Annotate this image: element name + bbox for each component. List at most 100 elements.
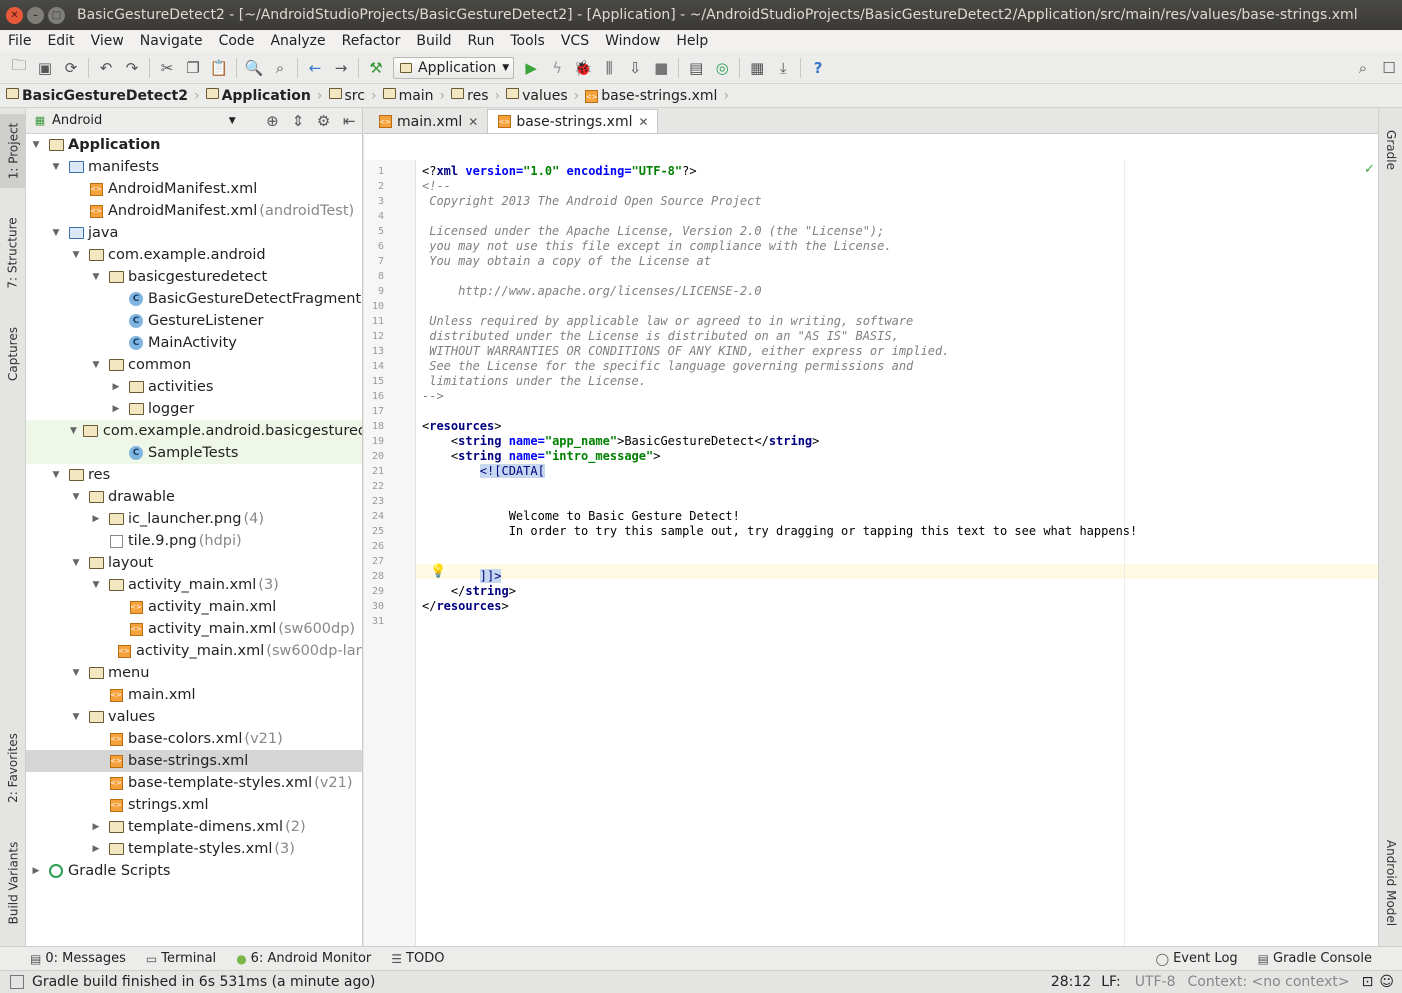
file-encoding[interactable]: UTF-8: [1135, 974, 1176, 990]
toggle-tool-windows-icon[interactable]: [10, 975, 24, 989]
minimize-window-button[interactable]: –: [27, 6, 44, 24]
tree-item[interactable]: ▼ Application: [26, 134, 362, 156]
lock-icon[interactable]: ⊡: [1362, 974, 1374, 990]
sync-gradle-icon[interactable]: ◎: [711, 57, 733, 79]
tree-item[interactable]: C BasicGestureDetectFragment: [26, 288, 362, 310]
undo-icon[interactable]: ↶: [95, 57, 117, 79]
tree-item[interactable]: ▶ template-styles.xml (3): [26, 838, 362, 860]
tab-project[interactable]: 1: Project: [0, 114, 26, 188]
tree-item[interactable]: ▼ drawable: [26, 486, 362, 508]
apply-changes-icon[interactable]: ϟ: [546, 57, 568, 79]
close-tab-icon[interactable]: ✕: [468, 115, 478, 129]
tree-item[interactable]: ▼ com.example.android.basicgesturedetect: [26, 420, 362, 442]
menu-code[interactable]: Code: [211, 33, 263, 49]
menu-navigate[interactable]: Navigate: [132, 33, 211, 49]
tree-item[interactable]: ▶ template-dimens.xml (2): [26, 816, 362, 838]
help-icon[interactable]: ?: [807, 57, 829, 79]
replace-icon[interactable]: ⌕: [269, 57, 291, 79]
tab-gradle[interactable]: Gradle: [1379, 118, 1402, 182]
expanded-arrow-icon[interactable]: ▼: [50, 228, 62, 238]
menu-run[interactable]: Run: [460, 33, 503, 49]
tree-item[interactable]: ▼ com.example.android: [26, 244, 362, 266]
expanded-arrow-icon[interactable]: ▼: [50, 162, 62, 172]
tree-item[interactable]: ▼ basicgesturedetect: [26, 266, 362, 288]
expanded-arrow-icon[interactable]: ▼: [90, 580, 102, 590]
menu-window[interactable]: Window: [597, 33, 668, 49]
menu-tools[interactable]: Tools: [502, 33, 553, 49]
run-icon[interactable]: ▶: [520, 57, 542, 79]
maximize-window-button[interactable]: □: [48, 6, 65, 24]
tab-build-variants[interactable]: Build Variants: [0, 828, 26, 938]
expanded-arrow-icon[interactable]: ▼: [70, 492, 82, 502]
menu-analyze[interactable]: Analyze: [262, 33, 333, 49]
tab-structure[interactable]: 7: Structure: [0, 208, 26, 298]
tree-item[interactable]: <> activity_main.xml: [26, 596, 362, 618]
expanded-arrow-icon[interactable]: ▼: [50, 470, 62, 480]
sdk-manager-icon[interactable]: ⤓: [772, 57, 794, 79]
breadcrumb-item[interactable]: main ›: [382, 88, 452, 104]
collapsed-arrow-icon[interactable]: ▶: [30, 866, 42, 876]
tree-item[interactable]: <> main.xml: [26, 684, 362, 706]
menu-build[interactable]: Build: [408, 33, 459, 49]
settings-gear-icon[interactable]: ⚙: [313, 110, 335, 132]
android-monitor-tool-button[interactable]: ● 6: Android Monitor: [236, 951, 371, 966]
messages-tool-button[interactable]: ▤ 0: Messages: [30, 951, 126, 966]
tree-item[interactable]: <> activity_main.xml (sw600dp): [26, 618, 362, 640]
tree-item[interactable]: <> base-strings.xml: [26, 750, 362, 772]
tree-item[interactable]: C MainActivity: [26, 332, 362, 354]
expanded-arrow-icon[interactable]: ▼: [70, 558, 82, 568]
tab-main-xml[interactable]: <> main.xml ✕: [368, 109, 487, 133]
tree-item[interactable]: <> base-template-styles.xml (v21): [26, 772, 362, 794]
tree-item[interactable]: ▼ res: [26, 464, 362, 486]
project-structure-icon[interactable]: ▦: [746, 57, 768, 79]
collapsed-arrow-icon[interactable]: ▶: [110, 382, 122, 392]
gradle-console-tool-button[interactable]: ▤ Gradle Console: [1258, 951, 1372, 966]
cut-icon[interactable]: ✂: [156, 57, 178, 79]
menu-help[interactable]: Help: [668, 33, 716, 49]
tree-item[interactable]: ▶ activities: [26, 376, 362, 398]
tree-item[interactable]: ▼ layout: [26, 552, 362, 574]
tree-item[interactable]: ▶ Gradle Scripts: [26, 860, 362, 882]
debug-icon[interactable]: 🐞: [572, 57, 594, 79]
collapsed-arrow-icon[interactable]: ▶: [110, 404, 122, 414]
menu-file[interactable]: File: [0, 33, 39, 49]
expanded-arrow-icon[interactable]: ▼: [30, 140, 42, 150]
expanded-arrow-icon[interactable]: ▼: [70, 426, 77, 436]
expanded-arrow-icon[interactable]: ▼: [70, 250, 82, 260]
sync-icon[interactable]: ⟳: [60, 57, 82, 79]
tree-item[interactable]: C SampleTests: [26, 442, 362, 464]
paste-icon[interactable]: 📋: [208, 57, 230, 79]
open-folder-icon[interactable]: 🗀: [8, 56, 30, 79]
tree-item[interactable]: ▼ activity_main.xml (3): [26, 574, 362, 596]
breadcrumb-item[interactable]: values ›: [506, 88, 585, 104]
tree-item[interactable]: <> base-colors.xml (v21): [26, 728, 362, 750]
scroll-from-source-icon[interactable]: ⊕: [262, 110, 284, 132]
expanded-arrow-icon[interactable]: ▼: [90, 360, 102, 370]
tree-item[interactable]: ▼ manifests: [26, 156, 362, 178]
find-icon[interactable]: 🔍: [243, 57, 265, 79]
intention-bulb-icon[interactable]: 💡: [430, 564, 446, 579]
menu-refactor[interactable]: Refactor: [334, 33, 409, 49]
back-icon[interactable]: ←: [304, 57, 326, 79]
terminal-tool-button[interactable]: ▭ Terminal: [146, 951, 216, 966]
event-log-tool-button[interactable]: ◯ Event Log: [1156, 951, 1238, 966]
user-icon[interactable]: ☐: [1378, 57, 1400, 79]
copy-icon[interactable]: ❐: [182, 57, 204, 79]
attach-debugger-icon[interactable]: ⇩: [624, 57, 646, 79]
tree-item[interactable]: <> activity_main.xml(sw600dp-land): [26, 640, 362, 662]
hector-icon[interactable]: ☺: [1379, 974, 1394, 990]
close-window-button[interactable]: ✕: [6, 6, 23, 24]
context-indicator[interactable]: Context: <no context>: [1188, 974, 1350, 990]
breadcrumb-item[interactable]: src ›: [328, 88, 383, 104]
tree-item[interactable]: tile.9.png (hdpi): [26, 530, 362, 552]
search-everywhere-icon[interactable]: ⌕: [1352, 57, 1374, 79]
close-tab-icon[interactable]: ✕: [638, 115, 648, 129]
stop-icon[interactable]: ■: [650, 57, 672, 79]
expanded-arrow-icon[interactable]: ▼: [70, 712, 82, 722]
run-config-select[interactable]: Application ▼: [393, 56, 515, 79]
code-area[interactable]: <?xml version="1.0" encoding="UTF-8"?> <!…: [422, 160, 1378, 946]
tree-item[interactable]: <> AndroidManifest.xml: [26, 178, 362, 200]
collapsed-arrow-icon[interactable]: ▶: [90, 822, 102, 832]
expanded-arrow-icon[interactable]: ▼: [70, 668, 82, 678]
forward-icon[interactable]: →: [330, 57, 352, 79]
